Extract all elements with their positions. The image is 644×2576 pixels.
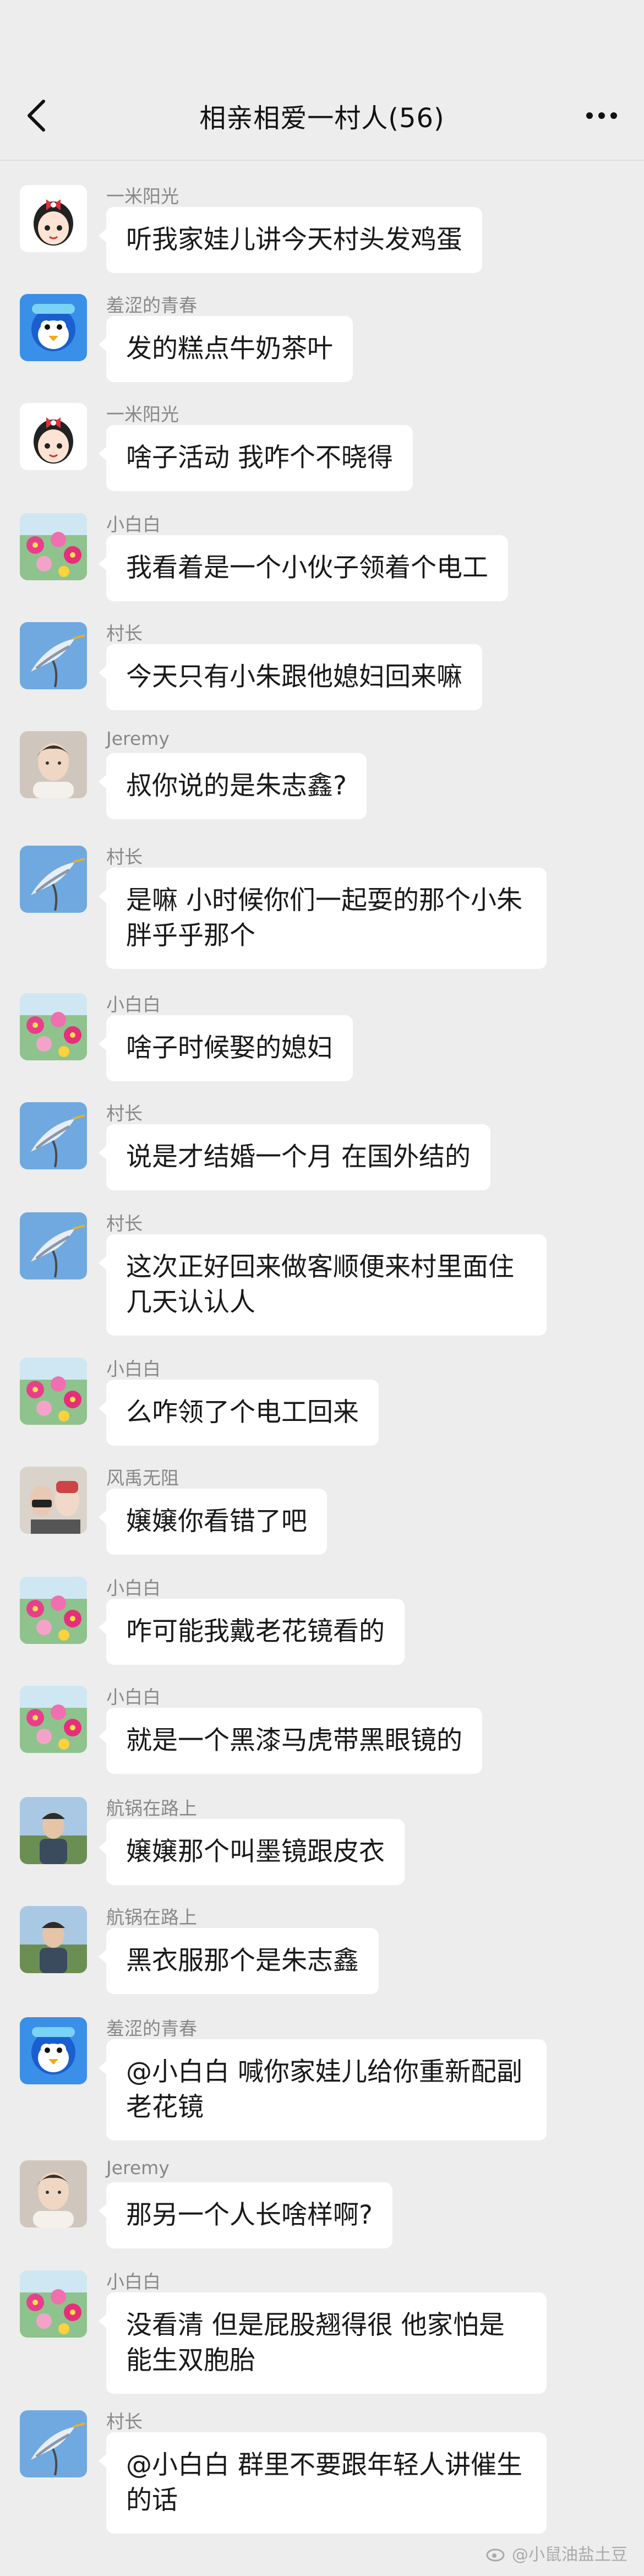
avatar-portrait-icon[interactable]: [20, 2160, 87, 2228]
sender-name: 村长: [106, 623, 143, 644]
avatar-selfie-icon[interactable]: [20, 1467, 87, 1534]
avatar-portrait-icon[interactable]: [20, 731, 87, 798]
sender-name: 小白白: [106, 1358, 161, 1380]
avatar-flowers-icon[interactable]: [20, 1686, 87, 1753]
avatar-flowers-icon[interactable]: [20, 513, 87, 580]
message-bubble[interactable]: 说是才结婚一个月 在国外结的: [99, 1124, 490, 1190]
sender-name: 羞涩的青春: [106, 295, 197, 316]
sender-name: 一米阳光: [106, 186, 179, 207]
status-bar: [0, 0, 644, 72]
avatar-girl-face-icon[interactable]: [20, 403, 87, 470]
sender-name: 村长: [106, 1213, 143, 1234]
avatar-flowers-icon[interactable]: [20, 1577, 87, 1644]
avatar-outdoor-icon[interactable]: [20, 1797, 87, 1864]
sender-name: 村长: [106, 1103, 143, 1124]
more-options-icon[interactable]: [584, 104, 619, 128]
message-bubble[interactable]: 今天只有小朱跟他媳妇回来嘛: [99, 644, 482, 710]
avatar-heron-icon[interactable]: [20, 846, 87, 913]
avatar-flowers-icon[interactable]: [20, 993, 87, 1060]
weibo-logo-icon: [486, 2548, 505, 2562]
avatar-penguin-icon[interactable]: [20, 2017, 87, 2084]
sender-name: 村长: [106, 846, 143, 868]
message-bubble[interactable]: 是嘛 小时候你们一起耍的那个小朱 胖乎乎那个: [99, 868, 547, 969]
sender-name: 小白白: [106, 1686, 161, 1708]
message-bubble[interactable]: 叔你说的是朱志鑫?: [99, 753, 367, 819]
message-bubble[interactable]: 就是一个黑漆马虎带黑眼镜的: [99, 1708, 482, 1774]
message-bubble[interactable]: 啥子时候娶的媳妇: [99, 1015, 353, 1081]
message-bubble[interactable]: 黑衣服那个是朱志鑫: [99, 1928, 379, 1994]
message-bubble[interactable]: 么咋领了个电工回来: [99, 1380, 379, 1446]
sender-name: 小白白: [106, 994, 161, 1015]
message-bubble[interactable]: 咋可能我戴老花镜看的: [99, 1599, 405, 1665]
message-bubble[interactable]: @小白白 喊你家娃儿给你重新配副老花镜: [99, 2039, 547, 2141]
message-bubble[interactable]: 听我家娃儿讲今天村头发鸡蛋: [99, 207, 482, 273]
message-bubble[interactable]: 这次正好回来做客顺便来村里面住几天认认人: [99, 1234, 547, 1336]
avatar-flowers-icon[interactable]: [20, 1358, 87, 1425]
message-bubble[interactable]: 啥子活动 我咋个不晓得: [99, 425, 413, 491]
chat-header: 相亲相爱一村人(56): [0, 72, 644, 160]
message-bubble[interactable]: 嬢嬢你看错了吧: [99, 1489, 327, 1555]
sender-name: 小白白: [106, 2271, 161, 2292]
sender-name: 风禹无阻: [106, 1467, 179, 1489]
chat-title: 相亲相爱一村人(56): [199, 103, 445, 134]
sender-name: 小白白: [106, 514, 161, 535]
header-divider: [0, 160, 644, 161]
sender-name: Jeremy: [106, 2157, 170, 2179]
avatar-heron-icon[interactable]: [20, 1102, 87, 1169]
message-bubble[interactable]: 嬢嬢那个叫墨镜跟皮衣: [99, 1819, 405, 1885]
avatar-outdoor-icon[interactable]: [20, 1906, 87, 1973]
sender-name: 羞涩的青春: [106, 2018, 197, 2039]
avatar-penguin-icon[interactable]: [20, 294, 87, 361]
back-arrow-icon[interactable]: [25, 98, 49, 133]
avatar-heron-icon[interactable]: [20, 622, 87, 689]
avatar-flowers-icon[interactable]: [20, 2270, 87, 2338]
sender-name: 村长: [106, 2411, 143, 2432]
watermark: @小鼠油盐土豆: [485, 2541, 627, 2565]
message-bubble[interactable]: 那另一个人长啥样啊?: [99, 2182, 392, 2248]
avatar-heron-icon[interactable]: [20, 1212, 87, 1279]
message-bubble[interactable]: @小白白 群里不要跟年轻人讲催生的话: [99, 2432, 547, 2534]
sender-name: Jeremy: [106, 728, 170, 749]
avatar-heron-icon[interactable]: [20, 2410, 87, 2477]
sender-name: 一米阳光: [106, 404, 179, 425]
sender-name: 航锅在路上: [106, 1798, 197, 1819]
sender-name: 航锅在路上: [106, 1907, 197, 1928]
sender-name: 小白白: [106, 1577, 161, 1599]
watermark-text: @小鼠油盐土豆: [512, 2545, 627, 2564]
message-bubble[interactable]: 没看清 但是屁股翘得很 他家怕是能生双胞胎: [99, 2292, 547, 2394]
avatar-girl-face-icon[interactable]: [20, 185, 87, 252]
message-bubble[interactable]: 发的糕点牛奶茶叶: [99, 316, 353, 382]
message-bubble[interactable]: 我看着是一个小伙子领着个电工: [99, 535, 508, 601]
